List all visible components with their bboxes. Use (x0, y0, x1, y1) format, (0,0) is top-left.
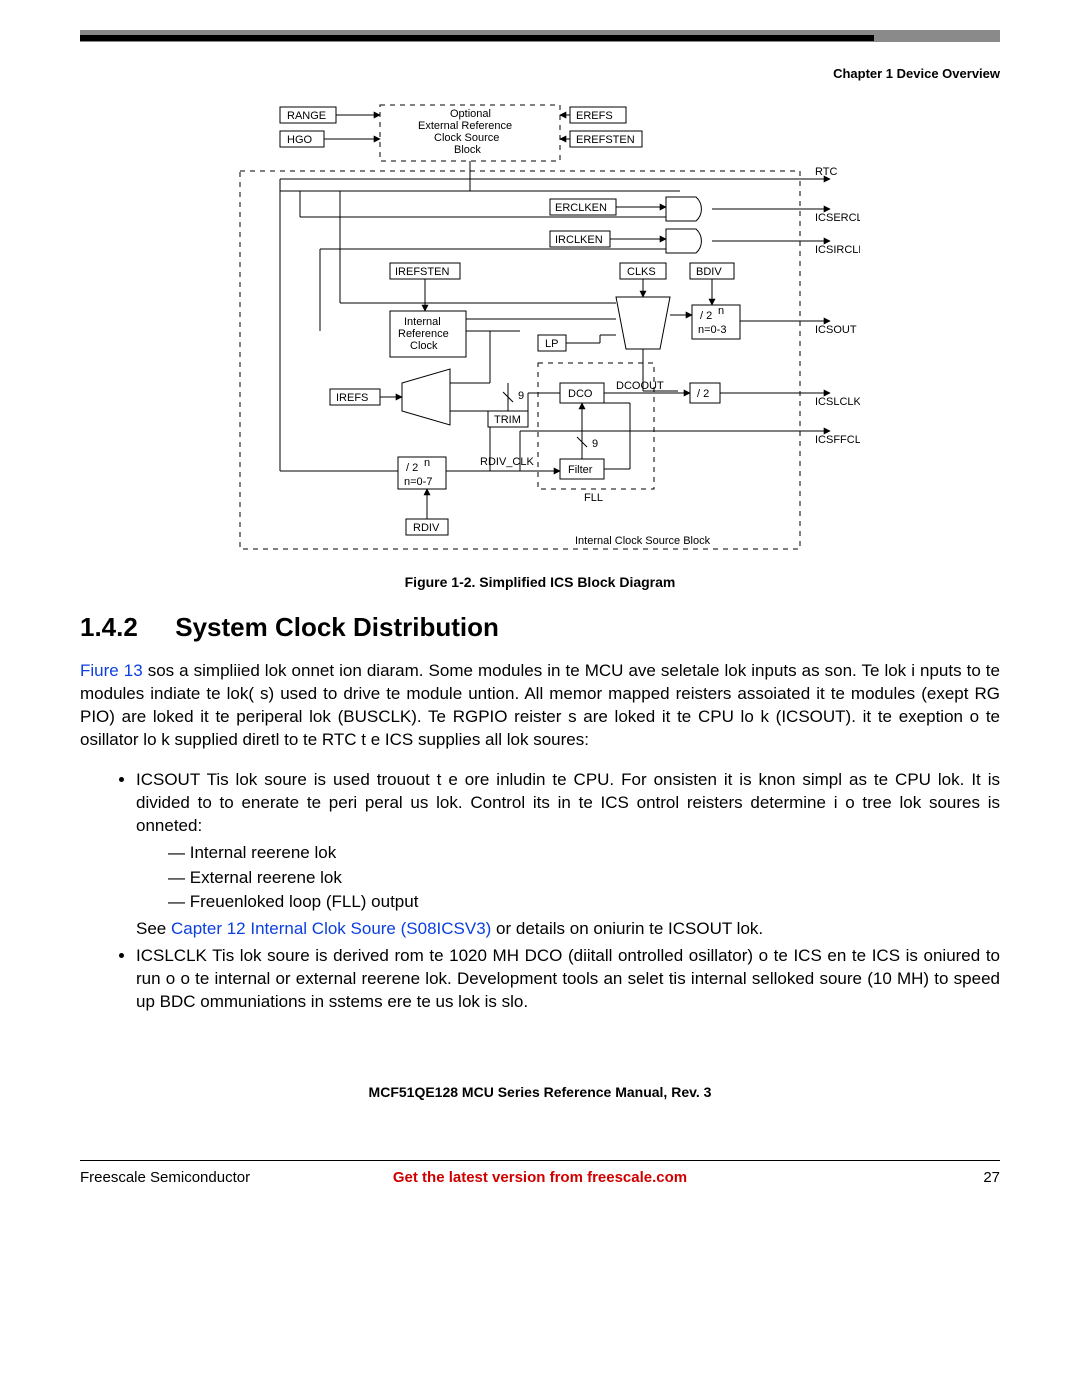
section-title: System Clock Distribution (175, 612, 499, 642)
label-int2: Reference (398, 328, 449, 340)
label-fll: FLL (584, 492, 603, 504)
chapter-label: Chapter 1 Device Overview (80, 66, 1000, 81)
label-n03: n=0-3 (698, 324, 726, 336)
label-9b: 9 (592, 438, 598, 450)
label-icserclk: ICSERCLK (815, 212, 860, 224)
clock-list: ICSOUT Tis lok soure is used trouout t e… (80, 769, 1000, 1014)
label-clks: CLKS (627, 266, 656, 278)
label-int3: Clock (410, 340, 438, 352)
label-irclken: IRCLKEN (555, 234, 603, 246)
para-1: Fiure 13 sos a simpliied lok onnet ion d… (80, 660, 1000, 752)
label-div2nb: / 2 (406, 462, 418, 474)
label-dcoout: DCOOUT (616, 380, 664, 392)
label-erefs: EREFS (576, 110, 613, 122)
label-opt2: External Reference (418, 120, 512, 132)
label-icsb: Internal Clock Source Block (575, 535, 711, 547)
label-trim: TRIM (494, 414, 521, 426)
label-icsout: ICSOUT (815, 324, 857, 336)
label-int1: Internal (404, 316, 441, 328)
label-bdiv: BDIV (696, 266, 722, 278)
label-div2na: / 2 (700, 310, 712, 322)
label-irefsten: IREFSTEN (395, 266, 449, 278)
label-n07: n=0-7 (404, 476, 432, 488)
dash-external-ref: External reerene lok (168, 867, 1000, 890)
label-erclken: ERCLKEN (555, 202, 607, 214)
label-hgo: HGO (287, 134, 313, 146)
ics-block-diagram: Internal Clock Source Block Optional Ext… (220, 99, 860, 564)
label-opt1: Optional (450, 108, 491, 120)
label-rtc: RTC (815, 166, 837, 178)
dash-internal-ref: Internal reerene lok (168, 842, 1000, 865)
chapter-xref[interactable]: Capter 12 Internal Clok Soure (S08ICSV3) (171, 919, 491, 938)
label-lp: LP (545, 338, 558, 350)
label-icsirclk: ICSIRCLK (815, 244, 860, 256)
label-rdiv: RDIV (413, 522, 440, 534)
footer-vendor: Freescale Semiconductor (80, 1169, 300, 1186)
label-icslclk: ICSLCLK (815, 396, 860, 408)
label-icsffclk: ICSFFCLK (815, 434, 860, 446)
label-range: RANGE (287, 110, 326, 122)
footer-manual: MCF51QE128 MCU Series Reference Manual, … (80, 1084, 1000, 1100)
label-erefsten: EREFSTEN (576, 134, 635, 146)
label-opt4: Block (454, 144, 481, 156)
header-rule (80, 30, 1000, 48)
label-div2: / 2 (697, 388, 709, 400)
section-number: 1.4.2 (80, 612, 168, 643)
label-9a: 9 (518, 390, 524, 402)
section-heading: 1.4.2 System Clock Distribution (80, 612, 1000, 643)
bullet-icsout: ICSOUT Tis lok soure is used trouout t e… (136, 769, 1000, 942)
label-dco: DCO (568, 388, 593, 400)
svg-text:n: n (718, 305, 724, 317)
label-rdivclk: RDIV_CLK (480, 456, 534, 468)
footer-link[interactable]: Get the latest version from freescale.co… (300, 1169, 780, 1186)
svg-text:n: n (424, 457, 430, 469)
dash-fll-output: Freuenloked loop (FLL) output (168, 891, 1000, 914)
bullet-icslclk: ICSLCLK Tis lok soure is derived rom te … (136, 945, 1000, 1014)
figure-xref[interactable]: Fiure 13 (80, 661, 143, 680)
figure-caption: Figure 1-2. Simplified ICS Block Diagram (80, 574, 1000, 590)
page-number: 27 (780, 1169, 1000, 1186)
label-filter: Filter (568, 464, 593, 476)
label-irefs: IREFS (336, 392, 368, 404)
footer-rule: Freescale Semiconductor Get the latest v… (80, 1160, 1000, 1186)
label-opt3: Clock Source (434, 132, 499, 144)
